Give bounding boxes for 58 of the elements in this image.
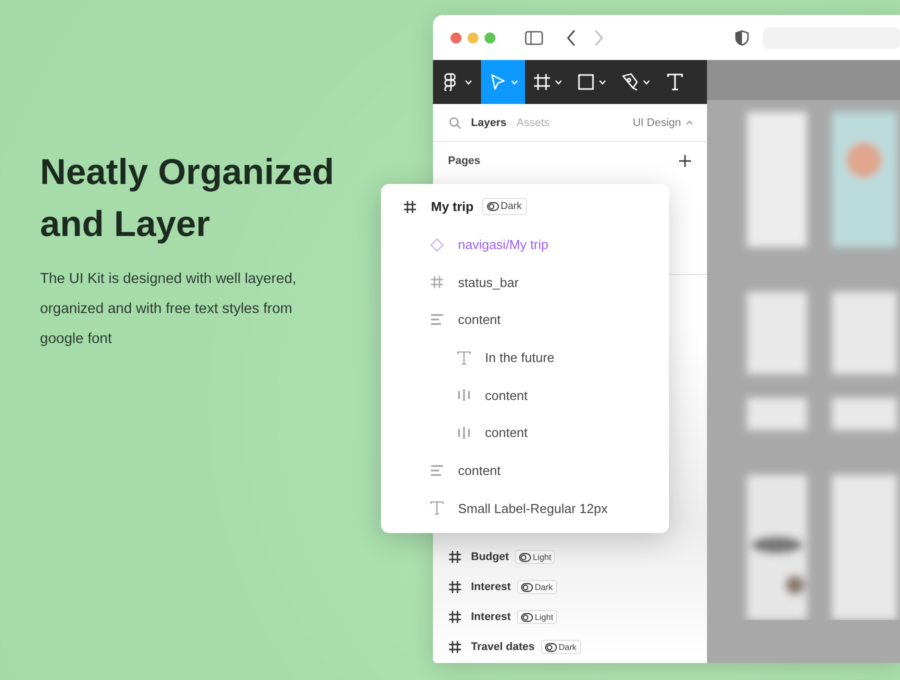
layer-name[interactable]: content [458,463,501,478]
layer-name[interactable]: status_bar [458,274,519,290]
layer-name[interactable]: Interest [471,581,511,593]
text-icon [666,73,684,91]
layer-name[interactable]: Budget [471,551,509,563]
hash-icon [449,551,461,563]
headline: Neatly Organized and Layer [40,150,336,246]
bars-icon [457,389,471,402]
pointer-icon [488,73,506,91]
lines-icon [430,465,444,476]
text-icon [430,501,444,516]
toggle-icon [520,612,533,622]
mode-label: Light [532,552,552,562]
square-icon [576,73,594,91]
caret-icon [510,80,518,84]
layer-name[interactable]: content [485,388,528,403]
layer-name[interactable]: navigasi/My trip [458,237,548,252]
toggle-icon [518,552,531,562]
shield-icon[interactable] [735,30,749,46]
layer-name[interactable]: Travel dates [471,641,535,653]
layer-name[interactable]: content [458,312,501,328]
description: The UI Kit is designed with well layered, organized and with free text styles from google font [40,270,298,349]
back-icon[interactable] [566,30,576,46]
hash-icon [403,200,417,213]
mode-label: Light [534,612,554,622]
pen-icon [620,73,638,91]
hash-icon [449,581,461,593]
search-icon[interactable] [449,116,461,128]
toggle-icon [544,642,557,652]
toggle-icon [486,202,499,212]
layer-name[interactable]: Small Label-Regular 12px [458,500,608,516]
hash-icon [430,276,444,288]
bars-icon [457,426,471,439]
caret-icon [642,80,650,84]
sidebar-icon[interactable] [525,30,543,44]
section-heading: Pages [448,155,480,167]
hash-icon [532,73,550,91]
diamond-icon [430,238,444,252]
hash-icon [449,641,461,653]
layer-name[interactable]: In the future [485,350,554,366]
caret-icon [554,80,562,84]
layer-name[interactable]: Interest [471,611,511,623]
tab[interactable]: Layers [471,116,506,128]
caret-icon [598,80,606,84]
layer-name[interactable]: content [485,425,528,440]
mode-label: Dark [534,582,553,592]
caret-icon [464,80,472,84]
caret-icon [686,120,693,125]
lines-icon [430,314,444,326]
mode-label: Dark [500,201,522,212]
layer-name[interactable]: My trip [431,199,474,214]
hash-icon [449,611,461,623]
toggle-icon [520,582,533,592]
window-control-icon[interactable] [450,32,462,44]
mode-label: Dark [558,642,577,652]
add-icon[interactable] [679,155,691,167]
text-icon [457,350,471,365]
page-menu[interactable]: UI Design [632,116,693,128]
